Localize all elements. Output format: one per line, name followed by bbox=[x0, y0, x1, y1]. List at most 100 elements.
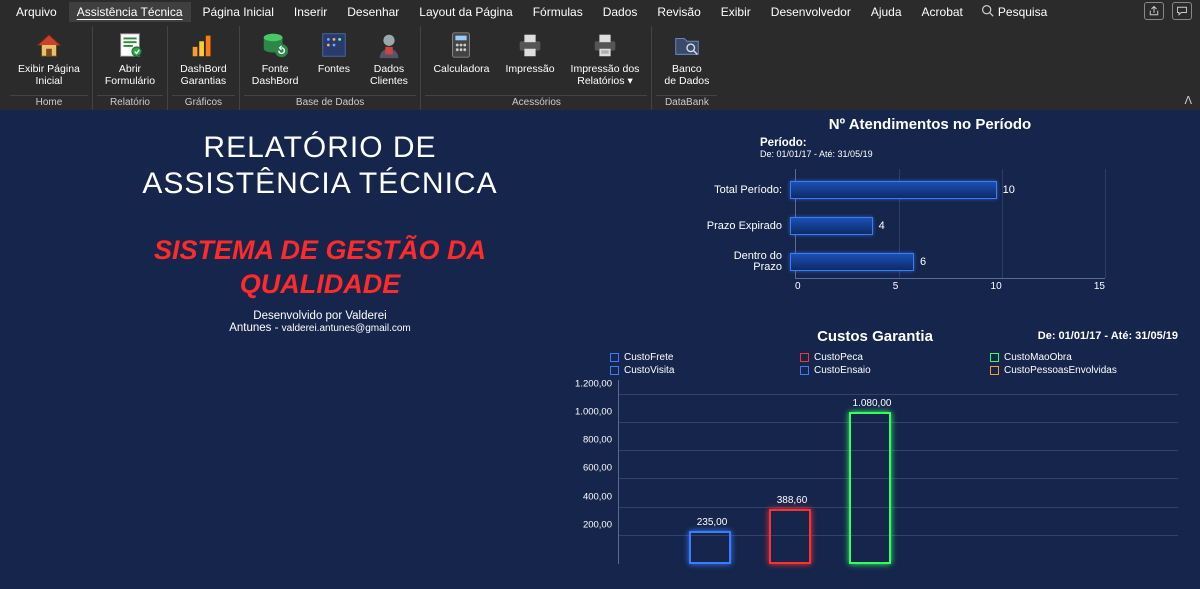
ribbon-btn-label: Impressão dosRelatórios ▾ bbox=[571, 63, 640, 87]
menu-layout-pagina[interactable]: Layout da Página bbox=[411, 2, 520, 22]
tick: 10 bbox=[991, 281, 1002, 292]
ytick: 200,00 bbox=[560, 519, 612, 530]
impressao-relatorios-button[interactable]: Impressão dosRelatórios ▾ bbox=[563, 26, 648, 95]
legend-label: CustoFrete bbox=[624, 352, 673, 363]
bar-value-label: 388,60 bbox=[762, 495, 822, 506]
chart2-plot: 200,00 400,00 600,00 800,00 1.000,00 1.2… bbox=[618, 380, 1178, 564]
ribbon-group-base-de-dados: FonteDashBord Fontes DadosClientes Base … bbox=[240, 26, 422, 110]
tell-me-search[interactable]: Pesquisa bbox=[975, 4, 1053, 20]
legend-item: CustoPessoasEnvolvidas bbox=[990, 365, 1140, 376]
fonte-dashbord-button[interactable]: FonteDashBord bbox=[244, 26, 307, 95]
menu-desenhar[interactable]: Desenhar bbox=[339, 2, 407, 22]
ribbon-btn-label: Fontes bbox=[318, 63, 350, 75]
ribbon-btn-label: Calculadora bbox=[433, 63, 489, 75]
developer-credit: Desenvolvido por Valderei Antunes - vald… bbox=[60, 310, 580, 334]
printer-report-icon bbox=[589, 29, 621, 61]
menu-pagina-inicial[interactable]: Página Inicial bbox=[195, 2, 282, 22]
fontes-button[interactable]: Fontes bbox=[306, 26, 361, 95]
menu-dados[interactable]: Dados bbox=[595, 2, 646, 22]
menu-assistencia-tecnica[interactable]: Assistência Técnica bbox=[69, 2, 191, 22]
bar-value: 10 bbox=[1003, 184, 1015, 196]
comments-button[interactable] bbox=[1172, 2, 1192, 20]
chart1-period-label: Período: bbox=[760, 137, 1180, 149]
report-subtitle: SISTEMA DE GESTÃO DA QUALIDADE bbox=[60, 234, 580, 302]
dados-clientes-button[interactable]: DadosClientes bbox=[361, 26, 416, 95]
folder-search-icon bbox=[671, 29, 703, 61]
legend-swatch bbox=[800, 353, 809, 362]
bar-value: 6 bbox=[920, 256, 926, 268]
ribbon-btn-label: Bancode Dados bbox=[664, 63, 709, 87]
menu-inserir[interactable]: Inserir bbox=[286, 2, 335, 22]
bar-category: Total Período: bbox=[680, 184, 790, 196]
report-title-block: RELATÓRIO DE ASSISTÊNCIA TÉCNICA SISTEMA… bbox=[60, 130, 580, 334]
bar bbox=[790, 217, 873, 235]
legend-swatch bbox=[800, 366, 809, 375]
report-subtitle-line2: QUALIDADE bbox=[240, 269, 401, 299]
menu-acrobat[interactable]: Acrobat bbox=[914, 2, 971, 22]
fonts-icon bbox=[318, 29, 350, 61]
menu-formulas[interactable]: Fórmulas bbox=[525, 2, 591, 22]
calculator-icon bbox=[445, 29, 477, 61]
person-icon bbox=[373, 29, 405, 61]
bar-category: Prazo Expirado bbox=[680, 220, 790, 232]
ribbon-group-label: Gráficos bbox=[172, 95, 235, 110]
ytick: 600,00 bbox=[560, 463, 612, 474]
report-subtitle-line1: SISTEMA DE GESTÃO DA bbox=[154, 235, 486, 265]
ytick: 800,00 bbox=[560, 435, 612, 446]
menu-revisao[interactable]: Revisão bbox=[649, 2, 708, 22]
ribbon-btn-label: DadosClientes bbox=[370, 63, 408, 87]
collapse-ribbon-button[interactable]: ᐱ bbox=[1184, 94, 1192, 107]
bar-value-label: 1.080,00 bbox=[842, 398, 902, 409]
menu-exibir[interactable]: Exibir bbox=[713, 2, 759, 22]
chart1-bar-total: Total Período: 10 bbox=[680, 177, 1140, 203]
ribbon-btn-label: AbrirFormulário bbox=[105, 63, 155, 87]
ribbon: Exibir PáginaInicial Home AbrirFormulári… bbox=[0, 24, 1200, 110]
bar-chart-icon bbox=[187, 29, 219, 61]
legend-item: CustoEnsaio bbox=[800, 365, 950, 376]
dashbord-garantias-button[interactable]: DashBordGarantias bbox=[172, 26, 235, 95]
ribbon-btn-label: DashBordGarantias bbox=[180, 63, 227, 87]
bar-category: Dentro doPrazo bbox=[680, 251, 790, 273]
chart1-bar-expirado: Prazo Expirado 4 bbox=[680, 213, 1140, 239]
col-bar-maoobra: 1.080,00 bbox=[849, 412, 891, 564]
legend-label: CustoEnsaio bbox=[814, 365, 871, 376]
database-refresh-icon bbox=[259, 29, 291, 61]
legend-swatch bbox=[990, 366, 999, 375]
ytick: 1.200,00 bbox=[560, 378, 612, 389]
legend-item: CustoPeca bbox=[800, 352, 950, 363]
legend-swatch bbox=[990, 353, 999, 362]
form-icon bbox=[114, 29, 146, 61]
chart1-title: Nº Atendimentos no Período bbox=[680, 116, 1180, 133]
tick: 15 bbox=[1094, 281, 1105, 292]
legend-label: CustoPessoasEnvolvidas bbox=[1004, 365, 1117, 376]
banco-de-dados-button[interactable]: Bancode Dados bbox=[656, 26, 717, 95]
home-icon bbox=[33, 29, 65, 61]
menu-ajuda[interactable]: Ajuda bbox=[863, 2, 910, 22]
tick: 5 bbox=[893, 281, 899, 292]
ribbon-group-label: Acessórios bbox=[425, 95, 647, 110]
author-text: Antunes - bbox=[229, 322, 281, 334]
col-bar-peca: 388,60 bbox=[769, 509, 811, 564]
ribbon-group-acessorios: Calculadora Impressão Impressão dosRelat… bbox=[421, 26, 652, 110]
menu-bar: Arquivo Assistência Técnica Página Inici… bbox=[0, 0, 1200, 24]
menu-arquivo[interactable]: Arquivo bbox=[8, 2, 65, 22]
share-button[interactable] bbox=[1144, 2, 1164, 20]
chevron-down-icon: ▾ bbox=[627, 75, 632, 87]
bar-value: 4 bbox=[879, 220, 885, 232]
legend-item: CustoVisita bbox=[610, 365, 760, 376]
menu-desenvolvedor[interactable]: Desenvolvedor bbox=[763, 2, 859, 22]
calculadora-button[interactable]: Calculadora bbox=[425, 26, 497, 95]
bar-value-label: 235,00 bbox=[682, 517, 742, 528]
chart2-legend: CustoFrete CustoPeca CustoMaoObra CustoV… bbox=[595, 352, 1155, 376]
developer-text: Desenvolvido por Valderei bbox=[253, 310, 386, 322]
tick: 0 bbox=[795, 281, 801, 292]
ribbon-btn-label: Exibir PáginaInicial bbox=[18, 63, 80, 87]
legend-swatch bbox=[610, 366, 619, 375]
exibir-pagina-inicial-button[interactable]: Exibir PáginaInicial bbox=[10, 26, 88, 95]
bar bbox=[790, 181, 997, 199]
impressao-button[interactable]: Impressão bbox=[498, 26, 563, 95]
legend-item: CustoFrete bbox=[610, 352, 760, 363]
ribbon-group-relatorio: AbrirFormulário Relatório bbox=[93, 26, 168, 110]
ribbon-group-home: Exibir PáginaInicial Home bbox=[6, 26, 93, 110]
abrir-formulario-button[interactable]: AbrirFormulário bbox=[97, 26, 163, 95]
